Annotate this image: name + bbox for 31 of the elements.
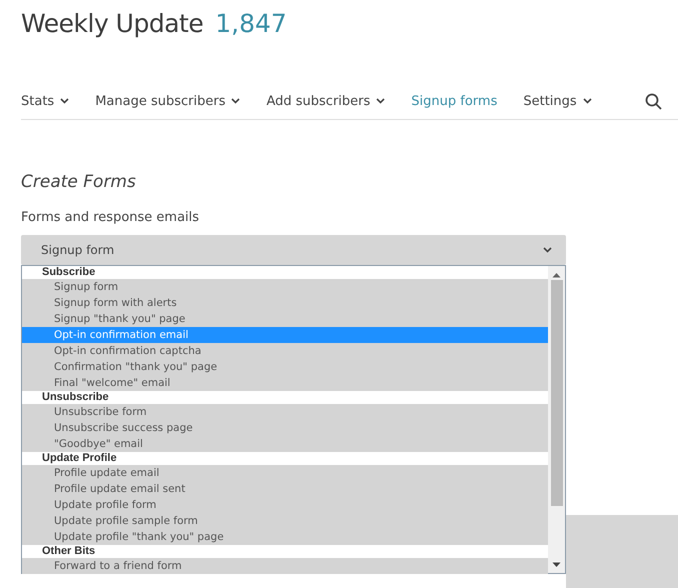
dropdown-option[interactable]: Confirmation "thank you" page bbox=[22, 359, 548, 375]
scroll-down-icon[interactable] bbox=[552, 562, 561, 568]
search-button[interactable] bbox=[645, 92, 662, 110]
page-title: Weekly Update bbox=[21, 9, 204, 38]
form-select[interactable]: Signup form bbox=[21, 235, 566, 265]
dropdown-option[interactable]: Unsubscribe form bbox=[22, 404, 548, 420]
dropdown-option[interactable]: Update profile sample form bbox=[22, 513, 548, 529]
dropdown-option[interactable]: "Goodbye" email bbox=[22, 436, 548, 452]
scrollbar[interactable] bbox=[548, 266, 565, 573]
scroll-up-icon[interactable] bbox=[552, 272, 561, 278]
dropdown-option[interactable]: Update profile "thank you" page bbox=[22, 529, 548, 545]
dropdown-option[interactable]: Signup "thank you" page bbox=[22, 311, 548, 327]
dropdown-option[interactable]: Opt-in confirmation captcha bbox=[22, 343, 548, 359]
dropdown-option[interactable]: Profile update email sent bbox=[22, 481, 548, 497]
section-heading: Create Forms bbox=[21, 172, 137, 192]
field-label: Forms and response emails bbox=[21, 210, 200, 225]
dropdown-option[interactable]: Forward to a friend form bbox=[22, 558, 548, 574]
nav-link[interactable]: Manage subscribers bbox=[95, 94, 240, 108]
nav-link[interactable]: Signup forms bbox=[411, 94, 498, 108]
subscriber-count: 1,847 bbox=[215, 9, 287, 38]
dropdown-option[interactable]: Opt-in confirmation email bbox=[22, 327, 548, 343]
dropdown-option[interactable]: Profile update email bbox=[22, 465, 548, 481]
nav-link[interactable]: Add subscribers bbox=[266, 94, 386, 108]
dropdown-option[interactable]: Signup form with alerts bbox=[22, 295, 548, 311]
chevron-down-icon bbox=[543, 247, 552, 253]
dropdown-option[interactable]: Signup form bbox=[22, 279, 548, 295]
nav-link[interactable]: Stats bbox=[21, 94, 70, 108]
dropdown-option[interactable]: Final "welcome" email bbox=[22, 375, 548, 391]
dropdown-option[interactable]: Unsubscribe success page bbox=[22, 420, 548, 436]
nav-link[interactable]: Settings bbox=[523, 94, 592, 108]
dropdown-option[interactable]: Update profile form bbox=[22, 497, 548, 513]
